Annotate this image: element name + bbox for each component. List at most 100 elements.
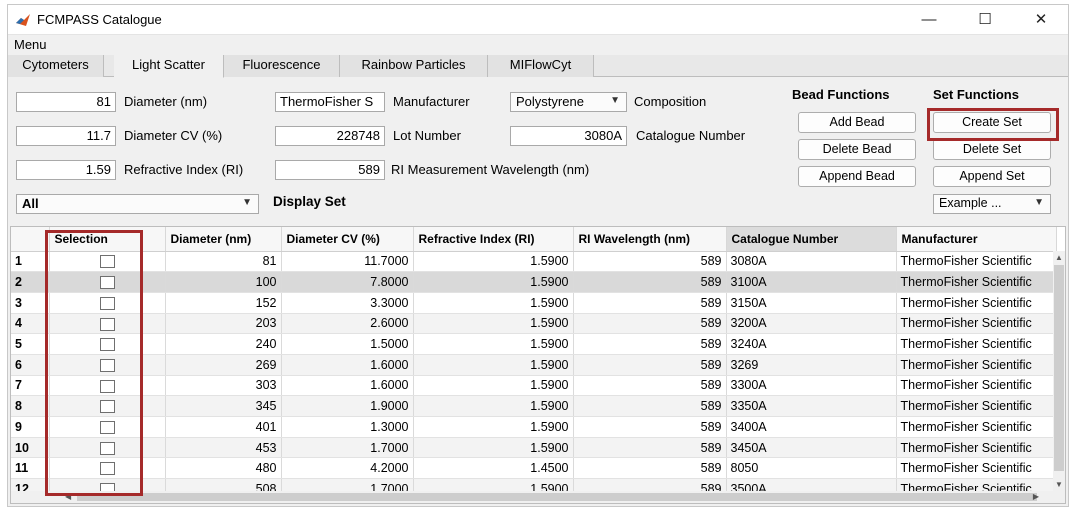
selection-cell[interactable] <box>49 354 166 376</box>
ri-wavelength-field[interactable]: 589 <box>275 160 385 180</box>
vertical-scroll-thumb[interactable] <box>1054 265 1064 471</box>
diameter-cv-cell[interactable]: 1.5000 <box>281 333 414 355</box>
catalogue-number-cell[interactable]: 3450A <box>726 437 897 459</box>
manufacturer-cell[interactable]: ThermoFisher Scientific <box>896 395 1057 417</box>
diameter-cell[interactable]: 345 <box>165 395 282 417</box>
composition-dropdown[interactable]: Polystyrene ▼ <box>510 92 627 112</box>
diameter-cell[interactable]: 480 <box>165 457 282 480</box>
diameter-cv-cell[interactable]: 3.3000 <box>281 292 414 314</box>
refractive-index-cell[interactable]: 1.5900 <box>413 251 574 273</box>
refractive-index-cell[interactable]: 1.5900 <box>413 313 574 335</box>
selection-header[interactable]: Selection <box>49 227 166 252</box>
refractive-index-cell[interactable]: 1.5900 <box>413 354 574 376</box>
close-button[interactable]: ✕ <box>1018 7 1064 33</box>
diameter-header[interactable]: Diameter (nm) <box>165 227 282 252</box>
table-row[interactable]: 8 345 1.9000 1.5900 589 3350A ThermoFish… <box>11 395 1057 417</box>
table-row[interactable]: 4 203 2.6000 1.5900 589 3200A ThermoFish… <box>11 313 1057 335</box>
append-bead-button[interactable]: Append Bead <box>798 166 916 187</box>
ri-wavelength-header[interactable]: RI Wavelength (nm) <box>573 227 727 252</box>
manufacturer-cell[interactable]: ThermoFisher Scientific <box>896 375 1057 397</box>
manufacturer-cell[interactable]: ThermoFisher Scientific <box>896 354 1057 376</box>
ri-wavelength-cell[interactable]: 589 <box>573 251 727 273</box>
diameter-cv-cell[interactable]: 1.6000 <box>281 375 414 397</box>
scroll-up-icon[interactable]: ▲ <box>1055 253 1063 262</box>
ri-wavelength-cell[interactable]: 589 <box>573 271 727 293</box>
diameter-cell[interactable]: 453 <box>165 437 282 459</box>
add-bead-button[interactable]: Add Bead <box>798 112 916 133</box>
selection-checkbox[interactable] <box>99 400 115 414</box>
selection-checkbox[interactable] <box>99 379 115 393</box>
diameter-cell[interactable]: 269 <box>165 354 282 376</box>
table-row[interactable]: 3 152 3.3000 1.5900 589 3150A ThermoFish… <box>11 292 1057 314</box>
manufacturer-cell[interactable]: ThermoFisher Scientific <box>896 292 1057 314</box>
table-row[interactable]: 2 100 7.8000 1.5900 589 3100A ThermoFish… <box>11 271 1057 293</box>
manufacturer-cell[interactable]: ThermoFisher Scientific <box>896 251 1057 273</box>
selection-checkbox[interactable] <box>99 317 115 331</box>
diameter-field[interactable]: 81 <box>16 92 116 112</box>
selection-cell[interactable] <box>49 395 166 417</box>
refractive-index-cell[interactable]: 1.4500 <box>413 457 574 480</box>
table-row[interactable]: 10 453 1.7000 1.5900 589 3450A ThermoFis… <box>11 437 1057 459</box>
catalogue-number-cell[interactable]: 8050 <box>726 457 897 480</box>
refractive-index-cell[interactable]: 1.5900 <box>413 416 574 438</box>
selection-cell[interactable] <box>49 313 166 335</box>
selection-checkbox[interactable] <box>99 420 115 434</box>
catalogue-number-cell[interactable]: 3400A <box>726 416 897 438</box>
ri-wavelength-cell[interactable]: 589 <box>573 437 727 459</box>
selection-checkbox[interactable] <box>99 358 115 372</box>
scroll-down-icon[interactable]: ▼ <box>1055 480 1063 489</box>
table-row[interactable]: 1 81 11.7000 1.5900 589 3080A ThermoFish… <box>11 251 1057 273</box>
diameter-cell[interactable]: 152 <box>165 292 282 314</box>
diameter-cell[interactable]: 203 <box>165 313 282 335</box>
diameter-cv-cell[interactable]: 1.3000 <box>281 416 414 438</box>
ri-wavelength-cell[interactable]: 589 <box>573 333 727 355</box>
catalogue-number-cell[interactable]: 3240A <box>726 333 897 355</box>
horizontal-scroll-thumb[interactable] <box>77 493 1037 501</box>
refractive-index-field[interactable]: 1.59 <box>16 160 116 180</box>
diameter-cell[interactable]: 240 <box>165 333 282 355</box>
selection-checkbox[interactable] <box>99 462 115 476</box>
manufacturer-cell[interactable]: ThermoFisher Scientific <box>896 333 1057 355</box>
selection-cell[interactable] <box>49 292 166 314</box>
refractive-index-cell[interactable]: 1.5900 <box>413 333 574 355</box>
selection-cell[interactable] <box>49 271 166 293</box>
ri-wavelength-cell[interactable]: 589 <box>573 313 727 335</box>
delete-set-button[interactable]: Delete Set <box>933 139 1051 160</box>
diameter-cell[interactable]: 303 <box>165 375 282 397</box>
diameter-cv-cell[interactable]: 11.7000 <box>281 251 414 273</box>
selection-cell[interactable] <box>49 416 166 438</box>
selection-checkbox[interactable] <box>99 338 115 352</box>
selection-checkbox[interactable] <box>99 276 115 290</box>
catalogue-number-cell[interactable]: 3350A <box>726 395 897 417</box>
set-filter-dropdown[interactable]: All ▼ <box>16 194 259 214</box>
selection-cell[interactable] <box>49 437 166 459</box>
ri-wavelength-cell[interactable]: 589 <box>573 354 727 376</box>
diameter-cv-cell[interactable]: 7.8000 <box>281 271 414 293</box>
append-set-button[interactable]: Append Set <box>933 166 1051 187</box>
diameter-cell[interactable]: 81 <box>165 251 282 273</box>
ri-wavelength-cell[interactable]: 589 <box>573 395 727 417</box>
refractive-index-cell[interactable]: 1.5900 <box>413 375 574 397</box>
minimize-button[interactable]: — <box>906 7 952 33</box>
scroll-right-icon[interactable]: ▶ <box>1033 492 1039 501</box>
diameter-cell[interactable]: 401 <box>165 416 282 438</box>
diameter-cv-header[interactable]: Diameter CV (%) <box>281 227 414 252</box>
ri-wavelength-cell[interactable]: 589 <box>573 416 727 438</box>
catalogue-number-cell[interactable]: 3080A <box>726 251 897 273</box>
catalogue-number-cell[interactable]: 3100A <box>726 271 897 293</box>
selection-cell[interactable] <box>49 251 166 273</box>
manufacturer-cell[interactable]: ThermoFisher Scientific <box>896 457 1057 480</box>
ri-wavelength-cell[interactable]: 589 <box>573 457 727 480</box>
refractive-index-cell[interactable]: 1.5900 <box>413 395 574 417</box>
menu-item[interactable]: Menu <box>14 37 47 52</box>
diameter-cv-cell[interactable]: 2.6000 <box>281 313 414 335</box>
selection-checkbox[interactable] <box>99 255 115 269</box>
diameter-cv-cell[interactable]: 4.2000 <box>281 457 414 480</box>
tab-light-scatter[interactable]: Light Scatter <box>114 55 224 78</box>
selection-checkbox[interactable] <box>99 296 115 310</box>
example-set-dropdown[interactable]: Example ... ▼ <box>933 194 1051 214</box>
tab-cytometers[interactable]: Cytometers <box>8 55 104 77</box>
refractive-index-cell[interactable]: 1.5900 <box>413 292 574 314</box>
diameter-cv-field[interactable]: 11.7 <box>16 126 116 146</box>
catalogue-number-field[interactable]: 3080A <box>510 126 627 146</box>
